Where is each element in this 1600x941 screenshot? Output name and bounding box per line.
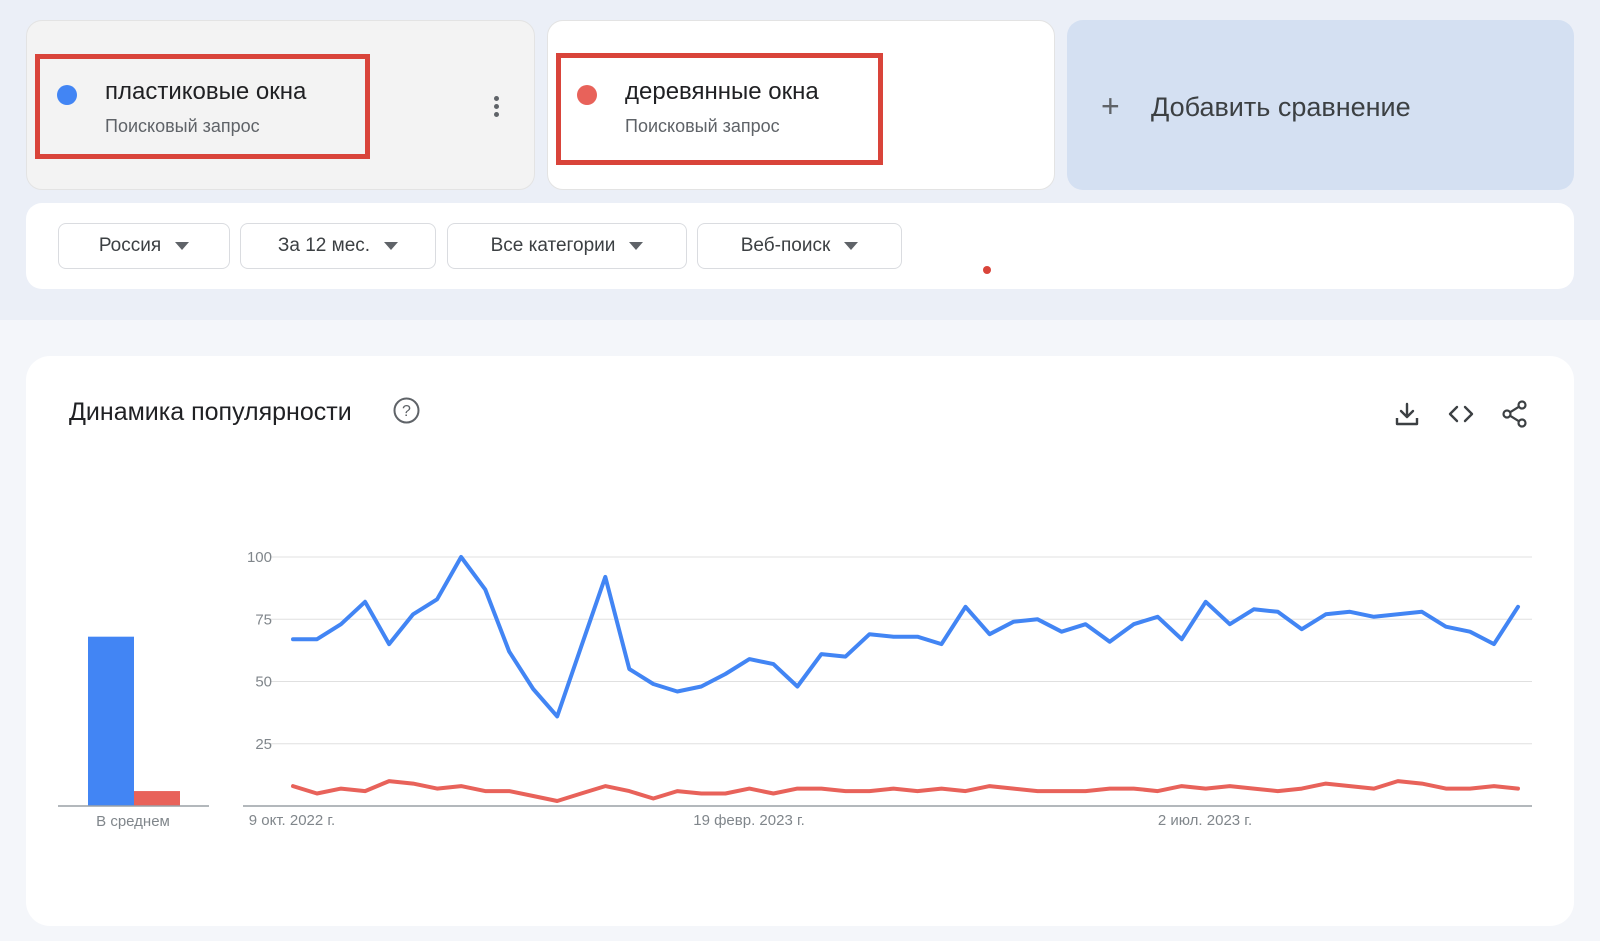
interest-chart: 100 75 50 25 9 окт. 2022 г. 19 февр. 2023 г. 2… [58,549,1532,830]
y-tick-label: 100 [247,549,272,566]
x-tick-label: 2 июл. 2023 г. [1158,812,1252,829]
y-tick-label: 50 [255,674,272,691]
y-tick-label: 25 [255,736,272,753]
y-tick-label: 75 [255,611,272,628]
average-bar-2 [134,791,180,806]
series-line-2 [291,779,1520,803]
series-line-1 [291,555,1520,719]
x-tick-label: 9 окт. 2022 г. [249,812,335,829]
x-tick-label: 19 февр. 2023 г. [693,812,805,829]
average-bar-1 [88,636,134,806]
average-label: В среднем [96,813,170,830]
